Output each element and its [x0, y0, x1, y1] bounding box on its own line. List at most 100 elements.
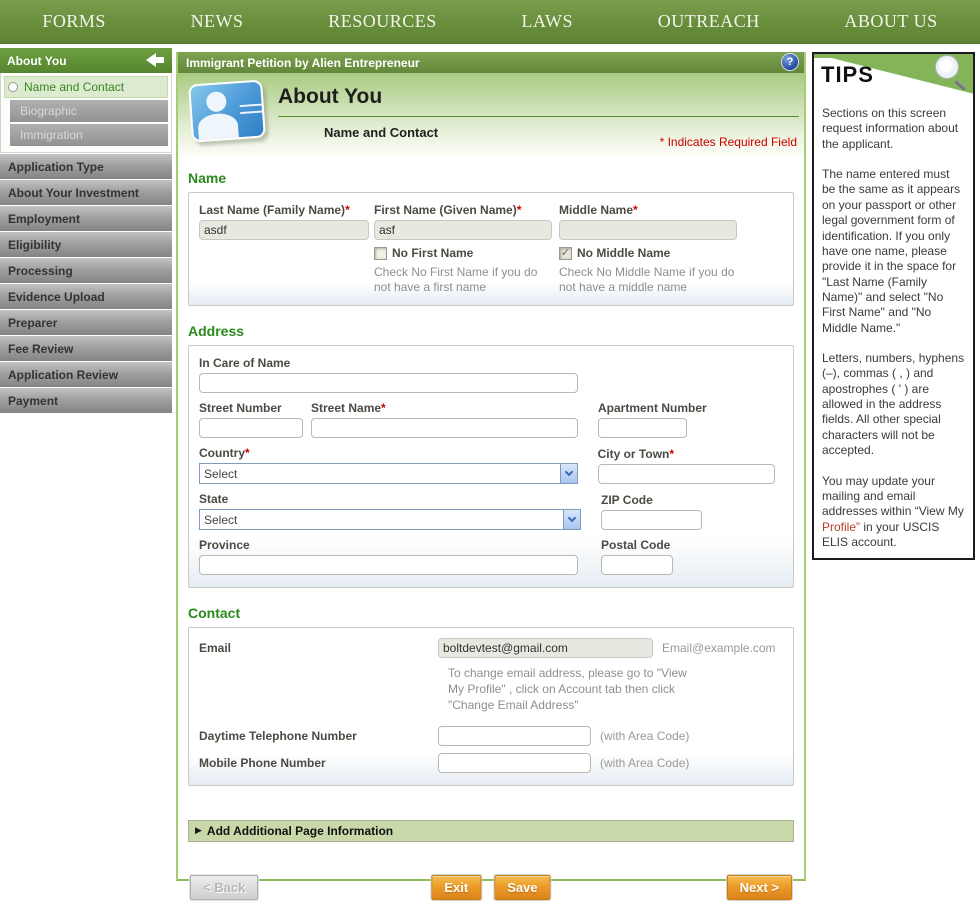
- checkmark-icon: ✓: [560, 246, 571, 259]
- sub-item-label: Biographic: [20, 104, 77, 118]
- no-middle-name-checkbox[interactable]: ✓: [559, 246, 572, 260]
- mobile-phone-input[interactable]: [438, 752, 591, 773]
- name-section-box: Last Name (Family Name)* First Name (Giv…: [188, 192, 794, 306]
- contact-section-box: Email Email@example.com To change email …: [188, 627, 794, 786]
- expander-icon: ▶: [195, 825, 202, 836]
- required-marker: *: [245, 446, 250, 460]
- chevron-down-icon[interactable]: [559, 464, 577, 483]
- sidebar-item-fee-review[interactable]: Fee Review: [0, 336, 172, 361]
- form-content: Name Last Name (Family Name)* First Name…: [178, 170, 804, 905]
- required-marker: *: [516, 203, 522, 217]
- no-first-name-checkbox[interactable]: [374, 246, 387, 260]
- sidebar-item-payment[interactable]: Payment: [0, 388, 172, 413]
- contact-section-heading: Contact: [188, 605, 241, 621]
- exit-button[interactable]: Exit: [431, 874, 482, 900]
- postal-code-input[interactable]: [601, 555, 673, 575]
- email-input[interactable]: [438, 638, 653, 658]
- button-row: < Back Exit Save Next >: [188, 874, 794, 905]
- sidebar-group-about-you[interactable]: About You: [0, 48, 172, 73]
- email-change-note: To change email address, please go to "V…: [448, 666, 687, 713]
- in-care-of-input[interactable]: [199, 373, 578, 393]
- sidebar-item-eligibility[interactable]: Eligibility: [0, 232, 172, 257]
- nav-item-resources[interactable]: RESOURCES: [328, 11, 437, 32]
- country-label: Country*: [199, 446, 250, 460]
- radio-icon: [8, 82, 18, 92]
- province-input[interactable]: [199, 555, 578, 575]
- sub-item-label: Name and Contact: [24, 80, 125, 94]
- apartment-number-label: Apartment Number: [598, 401, 707, 415]
- page-title: About You: [278, 85, 383, 108]
- street-number-input[interactable]: [199, 418, 303, 438]
- daytime-phone-label: Daytime Telephone Number: [199, 728, 357, 743]
- city-label: City or Town*: [597, 447, 675, 461]
- nav-item-about-us[interactable]: ABOUT US: [844, 11, 937, 32]
- magnifier-icon: [936, 56, 968, 91]
- required-marker: *: [345, 203, 350, 217]
- tips-paragraph: Letters, numbers, hyphens (–), commas ( …: [822, 351, 965, 458]
- add-additional-info-label: Add Additional Page Information: [206, 823, 394, 838]
- add-additional-info-expander[interactable]: ▶ Add Additional Page Information: [188, 819, 794, 842]
- help-icon[interactable]: ?: [782, 54, 798, 70]
- form-titlebar: Immigrant Petition by Alien Entrepreneur…: [178, 52, 804, 73]
- save-button[interactable]: Save: [494, 874, 551, 900]
- daytime-phone-hint: (with Area Code): [600, 728, 690, 743]
- country-select[interactable]: Select: [199, 463, 578, 484]
- no-middle-name-hint: Check No Middle Name if you do not have …: [559, 265, 735, 294]
- mobile-phone-label: Mobile Phone Number: [199, 755, 326, 770]
- middle-name-label: Middle Name*: [559, 203, 638, 217]
- required-marker: *: [669, 447, 675, 461]
- sidebar-subnav: Name and Contact Biographic Immigration: [0, 73, 172, 153]
- sidebar-item-evidence-upload[interactable]: Evidence Upload: [0, 284, 172, 309]
- city-input[interactable]: [597, 464, 775, 484]
- address-section-heading: Address: [188, 323, 245, 339]
- tips-header: TIPS: [814, 54, 973, 98]
- tips-body: Sections on this screen request informat…: [814, 98, 973, 550]
- sidebar-item-name-and-contact[interactable]: Name and Contact: [4, 76, 168, 98]
- apartment-number-input[interactable]: [598, 418, 687, 438]
- sidebar-item-application-review[interactable]: Application Review: [0, 362, 172, 387]
- page-subtitle: Name and Contact: [324, 125, 439, 140]
- tips-paragraph: The name entered must be the same as it …: [822, 167, 961, 335]
- sidebar-item-employment[interactable]: Employment: [0, 206, 172, 231]
- nav-item-laws[interactable]: LAWS: [521, 11, 573, 32]
- main-panel: Immigrant Petition by Alien Entrepreneur…: [176, 52, 806, 900]
- sidebar-item-application-type[interactable]: Application Type: [0, 154, 172, 179]
- form-title: Immigrant Petition by Alien Entrepreneur: [186, 55, 420, 70]
- state-select[interactable]: Select: [199, 509, 581, 530]
- back-button: < Back: [190, 874, 259, 900]
- country-select-value: Select: [204, 466, 238, 481]
- title-rule: [278, 116, 799, 117]
- no-first-name-hint: Check No First Name if you do not have a…: [374, 265, 538, 294]
- zip-code-input[interactable]: [601, 510, 702, 530]
- collapse-arrow-icon[interactable]: [146, 53, 165, 67]
- last-name-input[interactable]: [199, 220, 369, 240]
- first-name-input[interactable]: [374, 220, 552, 240]
- middle-name-input[interactable]: [559, 220, 737, 240]
- street-name-label: Street Name*: [311, 401, 386, 415]
- daytime-phone-input[interactable]: [438, 725, 591, 746]
- page-header: About You Name and Contact * Indicates R…: [178, 73, 804, 157]
- mobile-phone-hint: (with Area Code): [600, 755, 690, 770]
- nav-item-forms[interactable]: FORMS: [42, 11, 106, 32]
- state-select-value: Select: [204, 512, 238, 527]
- nav-item-outreach[interactable]: OUTREACH: [658, 11, 760, 32]
- chevron-down-icon[interactable]: [563, 510, 580, 529]
- nav-item-news[interactable]: NEWS: [191, 11, 244, 32]
- province-label: Province: [199, 538, 250, 552]
- postal-code-label: Postal Code: [601, 538, 671, 552]
- state-label: State: [199, 492, 229, 506]
- last-name-label: Last Name (Family Name)*: [199, 203, 350, 217]
- tips-title: TIPS: [821, 62, 874, 87]
- required-field-note: * Indicates Required Field: [659, 135, 797, 149]
- sidebar-item-about-your-investment[interactable]: About Your Investment: [0, 180, 172, 205]
- in-care-of-label: In Care of Name: [199, 356, 291, 370]
- sidebar-item-processing[interactable]: Processing: [0, 258, 172, 283]
- sidebar-item-immigration: Immigration: [10, 124, 168, 146]
- first-name-label: First Name (Given Name)*: [374, 203, 522, 217]
- sidebar-item-preparer[interactable]: Preparer: [0, 310, 172, 335]
- required-marker: *: [633, 203, 638, 217]
- next-button[interactable]: Next >: [726, 874, 792, 900]
- sidebar-item-biographic: Biographic: [10, 100, 168, 122]
- street-name-input[interactable]: [311, 418, 578, 438]
- required-marker: *: [381, 401, 386, 415]
